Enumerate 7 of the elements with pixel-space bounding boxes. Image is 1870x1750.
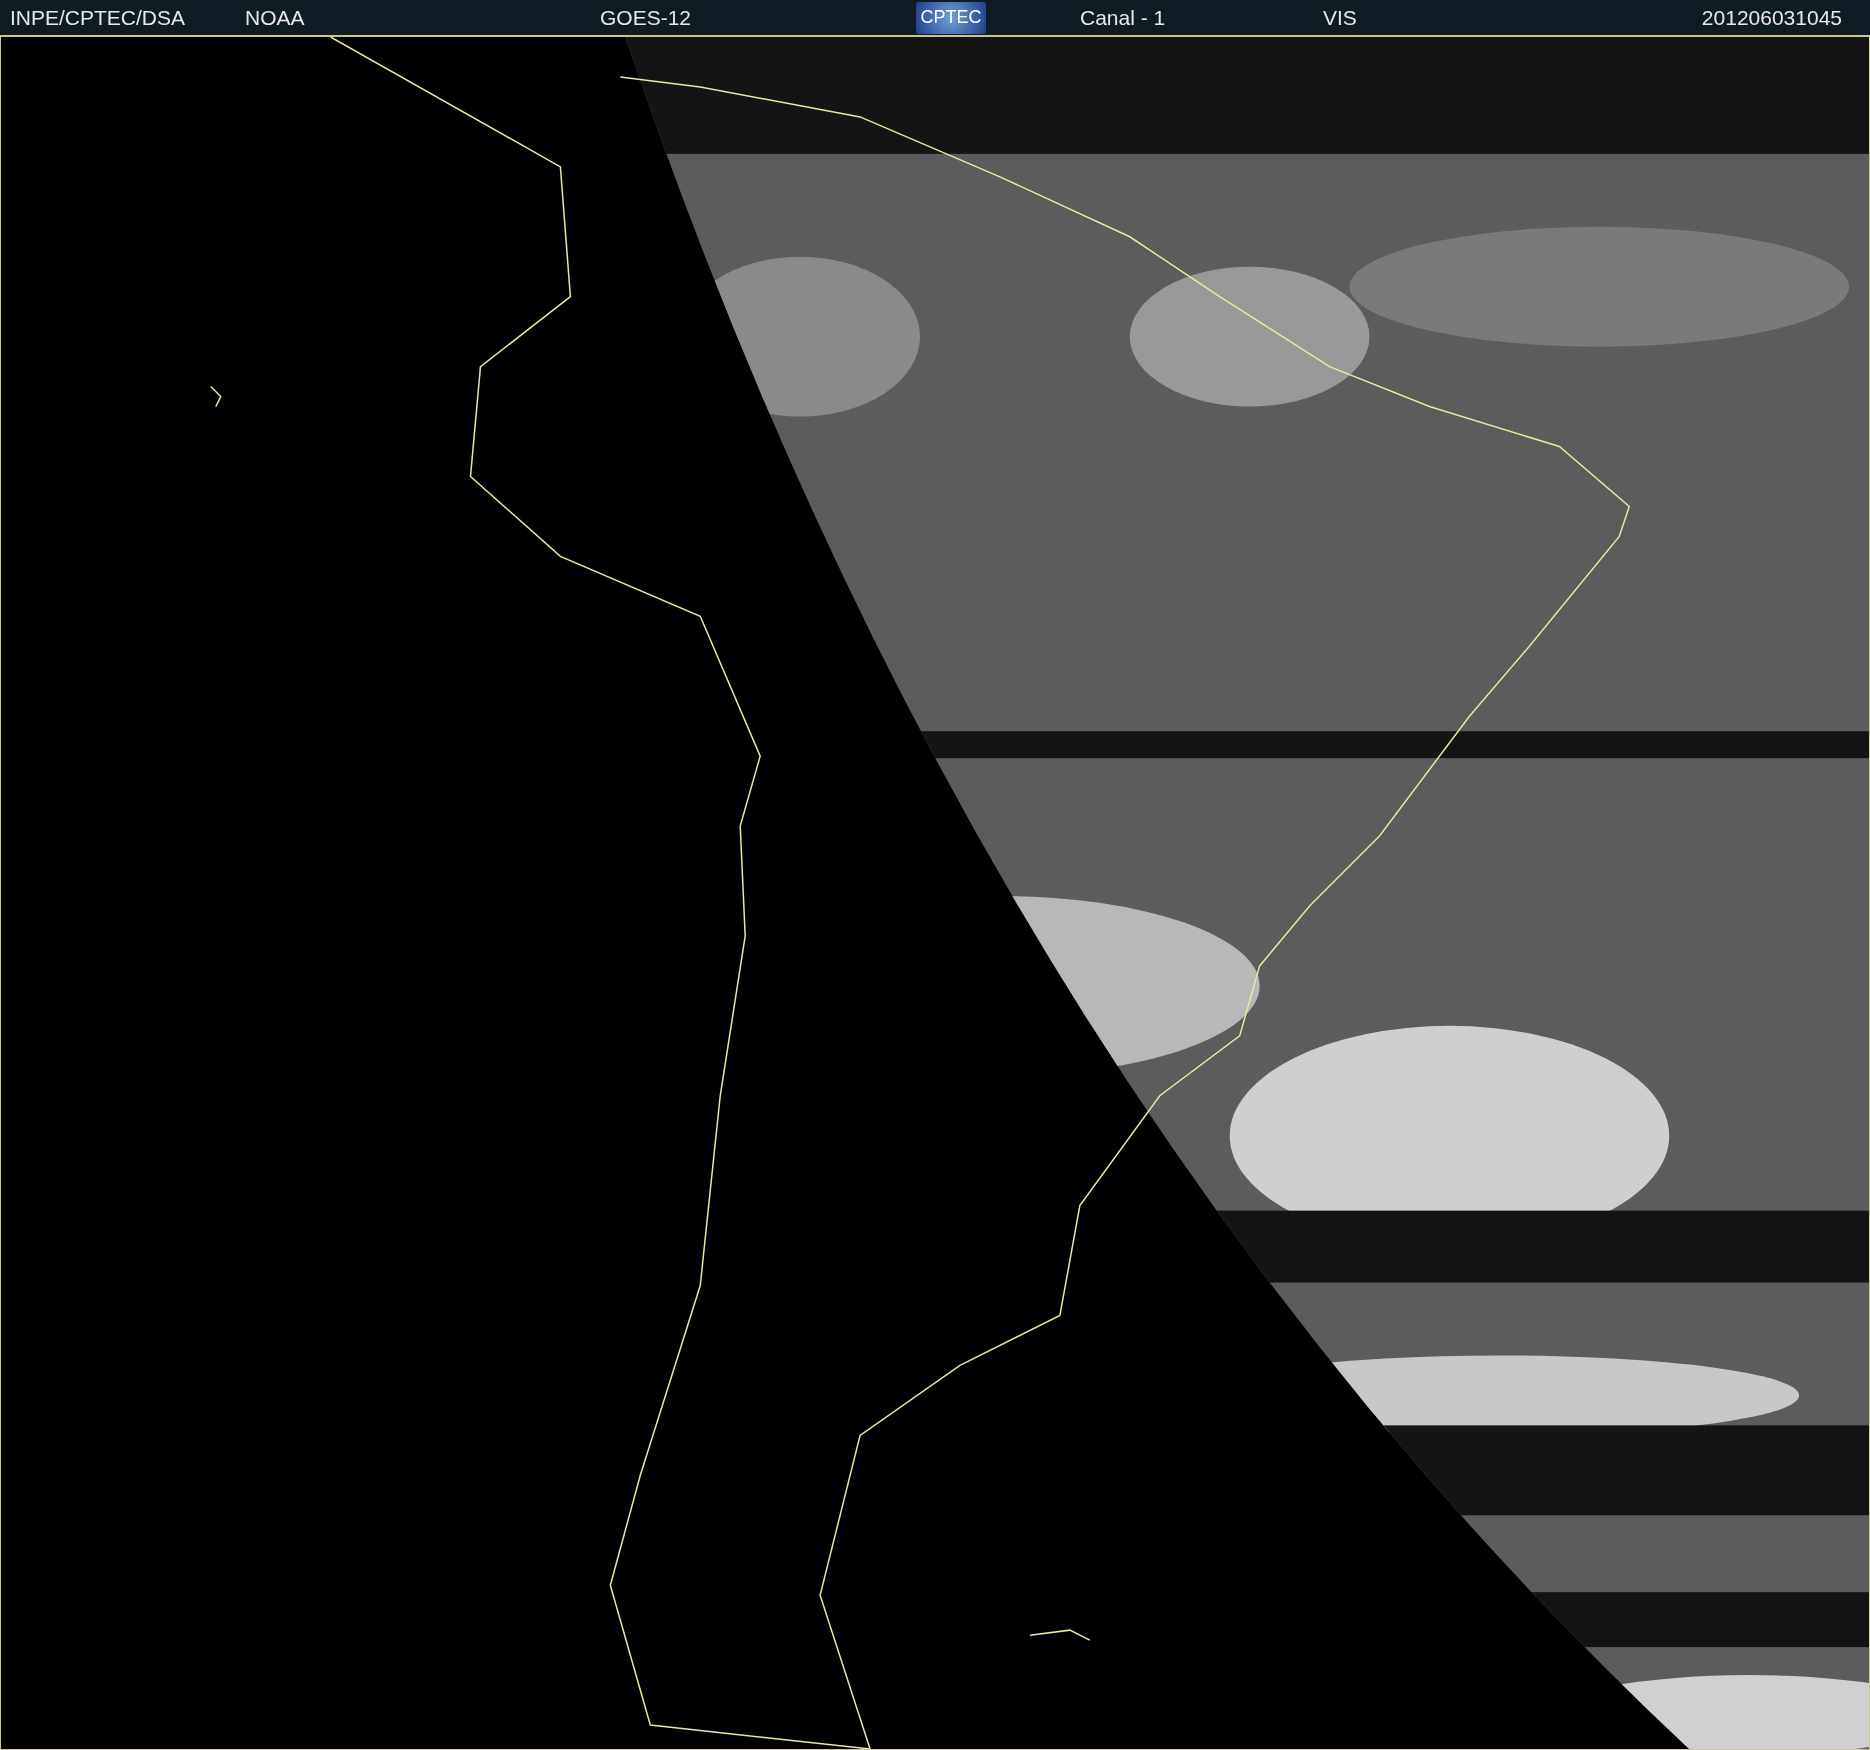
provider-label: NOAA (245, 5, 306, 30)
agency-label: INPE/CPTEC/DSA (10, 5, 187, 30)
satellite-label: GOES-12 (600, 5, 693, 30)
band-label: VIS (1323, 5, 1358, 30)
timestamp-label: 201206031045 (1701, 5, 1842, 30)
channel-label: Canal - 1 (1080, 5, 1167, 30)
logo: CPTEC (916, 1, 986, 34)
